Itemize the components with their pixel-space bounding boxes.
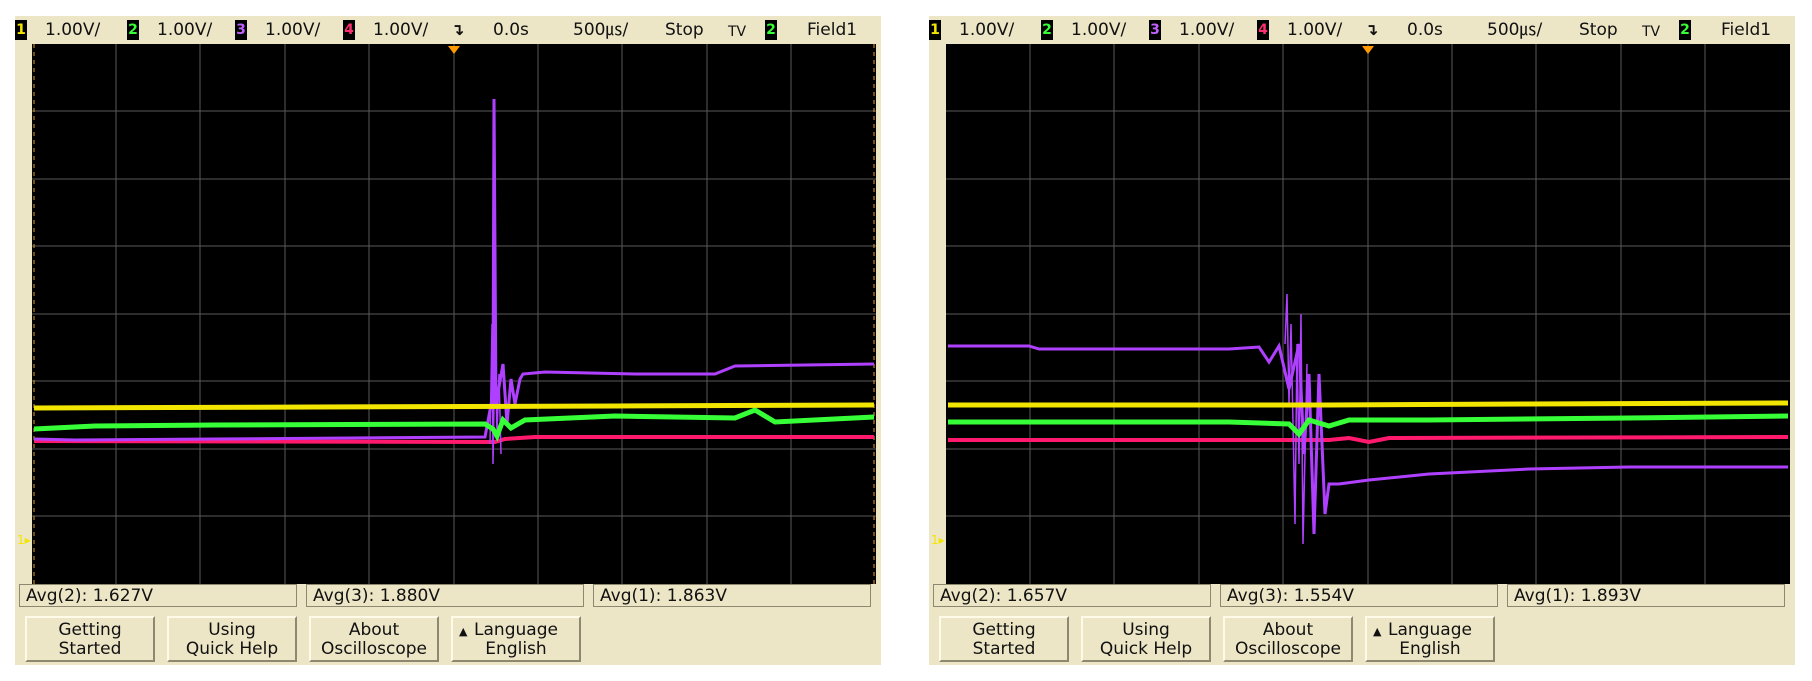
channel-2-scale[interactable]: 1.00V/ [157, 19, 212, 41]
channel-4-badge[interactable]: 4 [1257, 20, 1269, 40]
softkey-line2: Quick Help [1099, 639, 1193, 659]
channel-4-scale[interactable]: 1.00V/ [373, 19, 428, 41]
softkey-language[interactable]: ▲ Language English [1365, 616, 1495, 662]
softkey-about-oscilloscope[interactable]: About Oscilloscope [1223, 616, 1353, 662]
timebase-value[interactable]: 500㎲/ [1487, 19, 1542, 41]
channel-2-badge[interactable]: 2 [1041, 20, 1053, 40]
measurement-bar: Avg(2): 1.627V Avg(3): 1.880V Avg(1): 1.… [19, 584, 877, 610]
softkey-line1: Getting [58, 620, 122, 640]
trigger-mode[interactable]: TV [1642, 21, 1660, 43]
softkey-using-quick-help[interactable]: Using Quick Help [167, 616, 297, 662]
channel-4-scale[interactable]: 1.00V/ [1287, 19, 1342, 41]
status-bar: 1 1.00V/ 2 1.00V/ 3 1.00V/ 4 1.00V/ ↴ 0.… [15, 16, 881, 44]
softkey-line1: Using [1122, 620, 1170, 640]
oscilloscope-left: 1 1.00V/ 2 1.00V/ 3 1.00V/ 4 1.00V/ ↴ 0.… [15, 16, 881, 665]
trigger-edge-icon: ↴ [451, 20, 465, 39]
ground-marker-icon: 1▸ [17, 533, 31, 547]
waveform-display[interactable]: 1▸ [15, 44, 881, 598]
run-state[interactable]: Stop [1579, 19, 1618, 41]
trigger-edge-icon: ↴ [1365, 20, 1379, 39]
softkey-line2: Started [58, 639, 122, 659]
status-bar: 1 1.00V/ 2 1.00V/ 3 1.00V/ 4 1.00V/ ↴ 0.… [929, 16, 1795, 44]
softkey-about-oscilloscope[interactable]: About Oscilloscope [309, 616, 439, 662]
channel-4-badge[interactable]: 4 [343, 20, 355, 40]
softkey-getting-started[interactable]: Getting Started [939, 616, 1069, 662]
measurement-avg-1[interactable]: Avg(1): 1.893V [1507, 584, 1785, 607]
softkey-line1: About [1262, 620, 1314, 640]
channel-1-badge[interactable]: 1 [15, 20, 27, 40]
channel-1-scale[interactable]: 1.00V/ [45, 19, 100, 41]
trigger-source-badge[interactable]: 2 [765, 20, 777, 40]
delay-value[interactable]: 0.0s [1407, 19, 1443, 41]
measurement-avg-2[interactable]: Avg(2): 1.627V [19, 584, 297, 607]
softkey-line1: Language [1388, 620, 1472, 640]
measurement-avg-3[interactable]: Avg(3): 1.554V [1220, 584, 1498, 607]
triangle-up-icon: ▲ [1373, 625, 1382, 638]
softkey-line2: English [1399, 639, 1461, 659]
run-state[interactable]: Stop [665, 19, 704, 41]
channel-3-scale[interactable]: 1.00V/ [265, 19, 320, 41]
channel-1-trace [33, 402, 875, 411]
softkey-line2: Oscilloscope [1234, 639, 1341, 659]
waveform-display[interactable]: 1▸ [929, 44, 1795, 598]
channel-3-badge[interactable]: 3 [235, 20, 247, 40]
channel-1-scale[interactable]: 1.00V/ [959, 19, 1014, 41]
channel-3-badge[interactable]: 3 [1149, 20, 1161, 40]
trigger-source-badge[interactable]: 2 [1679, 20, 1691, 40]
oscilloscope-right: 1 1.00V/ 2 1.00V/ 3 1.00V/ 4 1.00V/ ↴ 0.… [929, 16, 1795, 665]
ground-marker-icon: 1▸ [931, 533, 945, 547]
measurement-avg-1[interactable]: Avg(1): 1.863V [593, 584, 871, 607]
softkey-getting-started[interactable]: Getting Started [25, 616, 155, 662]
softkey-line1: Getting [972, 620, 1036, 640]
softkey-line2: Started [972, 639, 1036, 659]
channel-1-badge[interactable]: 1 [929, 20, 941, 40]
channel-3-scale[interactable]: 1.00V/ [1179, 19, 1234, 41]
channel-2-badge[interactable]: 2 [127, 20, 139, 40]
channel-2-scale[interactable]: 1.00V/ [1071, 19, 1126, 41]
softkey-line1: Using [208, 620, 256, 640]
triangle-up-icon: ▲ [459, 625, 468, 638]
trigger-field[interactable]: Field1 [807, 19, 857, 41]
softkey-line2: English [485, 639, 547, 659]
measurement-bar: Avg(2): 1.657V Avg(3): 1.554V Avg(1): 1.… [933, 584, 1791, 610]
measurement-avg-2[interactable]: Avg(2): 1.657V [933, 584, 1211, 607]
softkey-line1: Language [474, 620, 558, 640]
channel-1-trace [948, 400, 1789, 408]
timebase-value[interactable]: 500㎲/ [573, 19, 628, 41]
softkey-line2: Oscilloscope [320, 639, 427, 659]
softkey-using-quick-help[interactable]: Using Quick Help [1081, 616, 1211, 662]
measurement-avg-3[interactable]: Avg(3): 1.880V [306, 584, 584, 607]
delay-value[interactable]: 0.0s [493, 19, 529, 41]
softkey-line1: About [348, 620, 400, 640]
trigger-field[interactable]: Field1 [1721, 19, 1771, 41]
trigger-mode[interactable]: TV [728, 21, 746, 43]
softkey-line2: Quick Help [185, 639, 279, 659]
softkey-language[interactable]: ▲ Language English [451, 616, 581, 662]
